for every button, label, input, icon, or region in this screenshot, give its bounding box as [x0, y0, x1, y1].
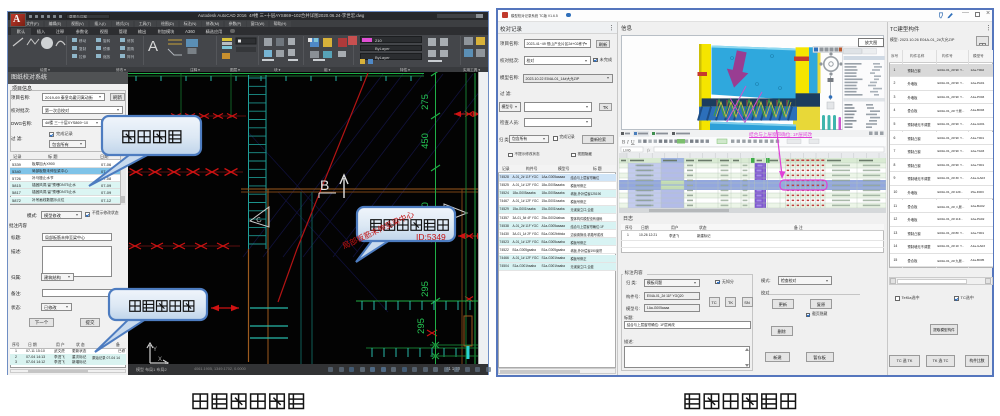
svg-text:局部板筋未伸至梁中心: 局部板筋未伸至梁中心: [341, 209, 416, 251]
svg-text:ID:5349: ID:5349: [416, 232, 446, 242]
